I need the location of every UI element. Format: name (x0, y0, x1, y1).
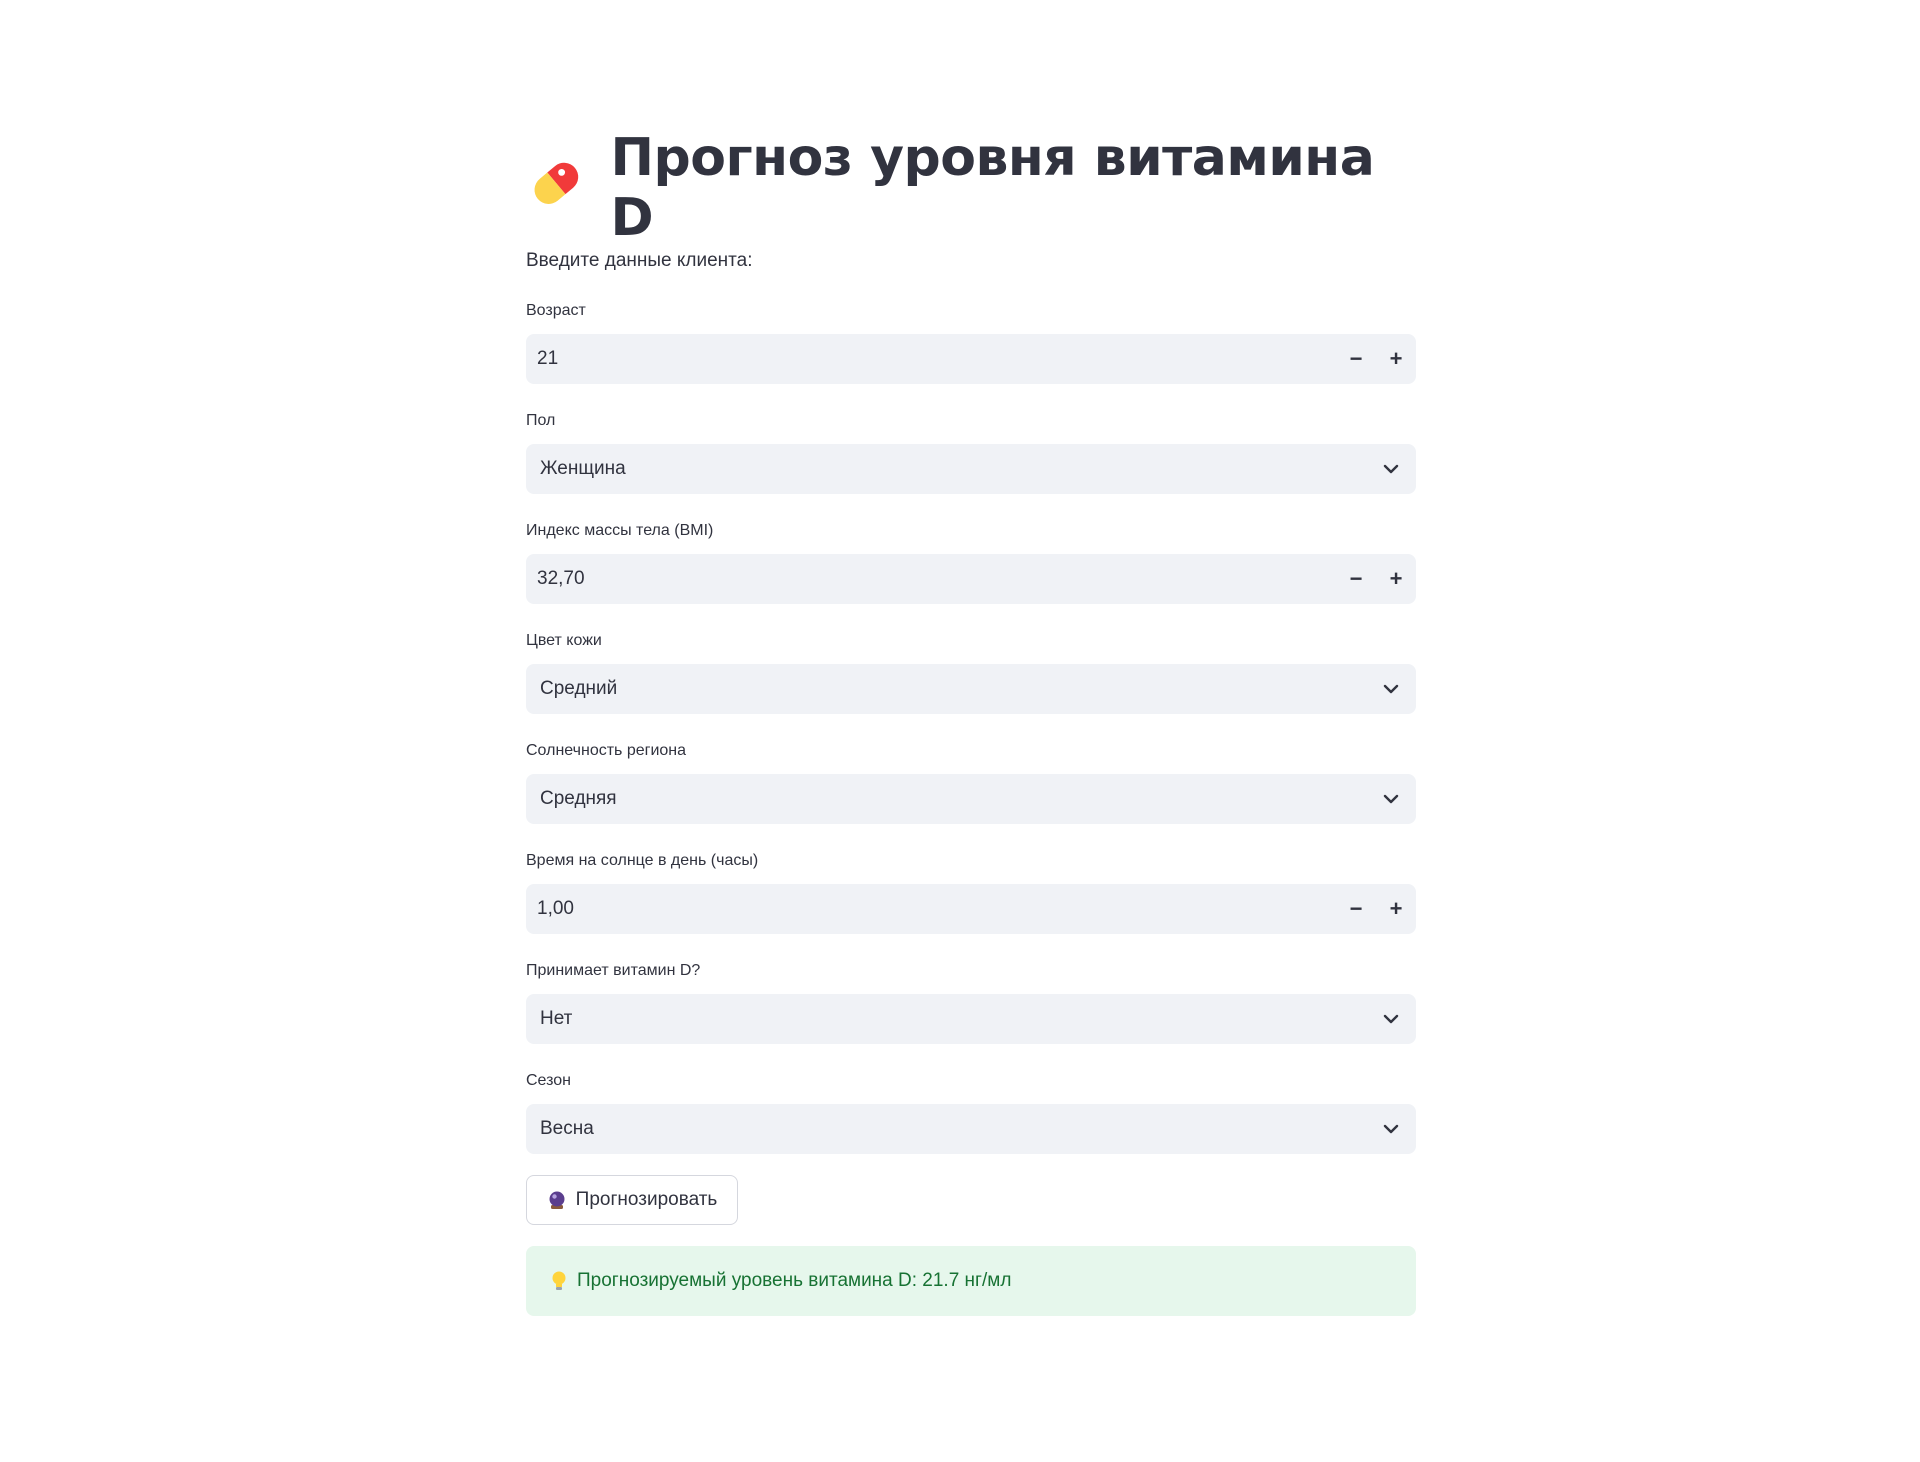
sun-time-input[interactable]: 1,00 (526, 898, 1336, 920)
bmi-input[interactable]: 32,70 (526, 568, 1336, 590)
chevron-down-icon[interactable] (1366, 444, 1416, 494)
season-label: Сезон (526, 1072, 571, 1089)
sex-selected-value: Женщина (540, 458, 626, 479)
season-field: Сезон Весна (526, 1070, 1416, 1154)
decrement-button[interactable]: − (1336, 884, 1376, 934)
bmi-label: Индекс массы тела (BMI) (526, 522, 714, 539)
season-select[interactable]: Весна (526, 1104, 1416, 1154)
intro-text: Введите данные клиента: (526, 250, 753, 271)
bmi-stepper: 32,70 − + (526, 554, 1416, 604)
age-label: Возраст (526, 302, 586, 319)
supplement-label: Принимает витамин D? (526, 962, 701, 979)
sex-field: Пол Женщина (526, 410, 1416, 494)
bmi-field: Индекс массы тела (BMI) 32,70 − + (526, 520, 1416, 604)
sun-time-stepper: 1,00 − + (526, 884, 1416, 934)
chevron-down-icon[interactable] (1366, 774, 1416, 824)
increment-button[interactable]: + (1376, 554, 1416, 604)
age-field: Возраст 21 − + (526, 300, 1416, 384)
page-header: Прогноз уровня витамина D (526, 128, 1416, 248)
crystal-ball-icon (549, 1191, 565, 1209)
skin-select[interactable]: Средний (526, 664, 1416, 714)
supplement-selected-value: Нет (540, 1008, 573, 1029)
sun-region-label: Солнечность региона (526, 742, 687, 759)
page-title: Прогноз уровня витамина D (610, 128, 1375, 248)
chevron-down-icon[interactable] (1366, 664, 1416, 714)
sun-region-select[interactable]: Средняя (526, 774, 1416, 824)
chevron-down-icon[interactable] (1366, 994, 1416, 1044)
skin-selected-value: Средний (540, 678, 618, 699)
sun-time-field: Время на солнце в день (часы) 1,00 − + (526, 850, 1416, 934)
skin-field: Цвет кожи Средний (526, 630, 1416, 714)
sun-region-selected-value: Средняя (540, 788, 617, 809)
result-text: Прогнозируемый уровень витамина D: 21.7 … (577, 1270, 1012, 1291)
predict-button-label: Прогнозировать (575, 1189, 718, 1210)
age-input[interactable]: 21 (526, 348, 1336, 370)
predict-button[interactable]: Прогнозировать (526, 1175, 738, 1225)
age-stepper: 21 − + (526, 334, 1416, 384)
supplement-field: Принимает витамин D? Нет (526, 960, 1416, 1044)
skin-label: Цвет кожи (526, 632, 602, 649)
sex-label: Пол (526, 412, 556, 429)
sex-select[interactable]: Женщина (526, 444, 1416, 494)
main-container: Прогноз уровня витамина D Введите данные… (526, 128, 1416, 1316)
decrement-button[interactable]: − (1336, 554, 1376, 604)
chevron-down-icon[interactable] (1366, 1104, 1416, 1154)
supplement-select[interactable]: Нет (526, 994, 1416, 1044)
result-alert: Прогнозируемый уровень витамина D: 21.7 … (526, 1246, 1416, 1316)
season-selected-value: Весна (540, 1118, 594, 1139)
decrement-button[interactable]: − (1336, 334, 1376, 384)
sun-time-label: Время на солнце в день (часы) (526, 852, 759, 869)
light-bulb-icon (552, 1271, 566, 1290)
increment-button[interactable]: + (1376, 334, 1416, 384)
increment-button[interactable]: + (1376, 884, 1416, 934)
pill-icon (534, 162, 579, 204)
sun-region-field: Солнечность региона Средняя (526, 740, 1416, 824)
